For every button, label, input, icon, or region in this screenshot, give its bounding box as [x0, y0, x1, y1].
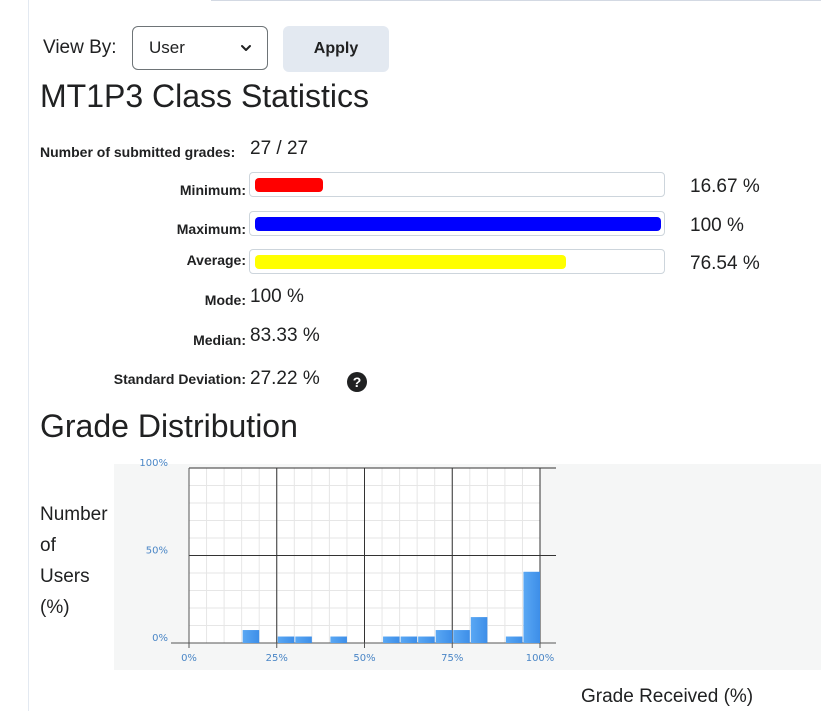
- y-tick-label: 0%: [152, 633, 168, 644]
- histogram-bar: [470, 617, 488, 643]
- histogram-bar: [400, 636, 418, 643]
- histogram-bar: [505, 636, 523, 643]
- x-tick-label: 0%: [181, 653, 197, 664]
- x-tick-label: 50%: [353, 653, 375, 664]
- y-tick-label: 50%: [146, 546, 168, 557]
- grade-distribution-chart: 0% 50% 100% 0% 25% 50% 75% 100%: [139, 458, 556, 664]
- histogram-bar: [435, 630, 453, 643]
- x-axis-label: Grade Received (%): [581, 686, 754, 707]
- histogram-bar: [277, 636, 295, 643]
- histogram-bar: [418, 636, 435, 643]
- histogram-bar: [383, 636, 400, 643]
- histogram-bar: [295, 636, 312, 643]
- x-tick-label: 100%: [526, 653, 555, 664]
- histogram-bar: [330, 636, 347, 643]
- histogram-bar: [242, 630, 260, 643]
- y-tick-label: 100%: [139, 458, 168, 469]
- histogram-bar: [453, 630, 470, 643]
- histogram-bar: [523, 571, 540, 643]
- x-tick-label: 25%: [266, 653, 288, 664]
- x-tick-label: 75%: [441, 653, 463, 664]
